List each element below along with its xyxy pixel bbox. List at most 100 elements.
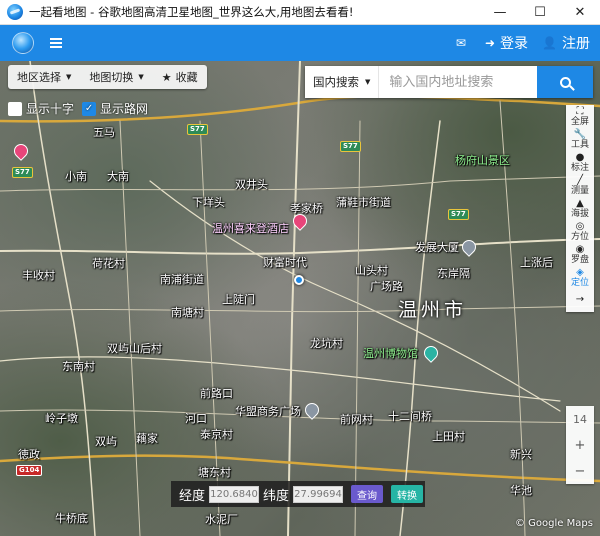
tool-label: 标注 (570, 162, 589, 173)
fullscreen-icon: ⛶ (576, 105, 584, 117)
roadnet-label: 显示路网 (100, 102, 149, 116)
tool-label: 全屏 (570, 116, 589, 127)
hamburger-menu-icon[interactable] (50, 38, 62, 48)
map-label: 双屿山后村 (107, 342, 162, 355)
locate-tool[interactable]: ◈ 定位 (566, 266, 594, 289)
wrench-icon: 🔧 (573, 128, 587, 140)
region-select-dropdown[interactable]: 地区选择 ▼ (8, 65, 80, 89)
crosshair-checkbox[interactable] (8, 101, 22, 116)
map-label: 上陡门 (222, 293, 255, 306)
register-button[interactable]: 👤 注册 (542, 33, 590, 53)
map-label: 温州喜来登酒店 (212, 222, 289, 235)
globe-logo-icon[interactable] (12, 32, 34, 54)
map-label: 华盟商务广场 (235, 405, 301, 418)
measure-tool[interactable]: ╱ 测量 (566, 174, 594, 197)
map-label: 广场路 (370, 280, 403, 293)
login-button[interactable]: ➜ 登录 (485, 33, 528, 53)
map-label: 南塘村 (171, 306, 204, 319)
map-label: 藕家 (136, 432, 158, 445)
map-label: 东南村 (62, 360, 95, 373)
crosshair-label: 显示十字 (26, 102, 75, 116)
map-label: 丰收村 (22, 269, 55, 282)
zoom-in-button[interactable]: + (566, 432, 594, 458)
map-label: 牛桥底 (55, 512, 88, 525)
star-icon: ★ (161, 70, 172, 84)
map-label: 财富时代 (263, 256, 307, 269)
mark-tool[interactable]: ● 标注 (566, 151, 594, 174)
search-input[interactable] (379, 67, 540, 97)
tool-label: 罗盘 (570, 254, 589, 265)
map-label: 温州博物馆 (363, 347, 418, 360)
zoom-level: 14 (573, 412, 587, 426)
locate-icon: ◈ (576, 266, 584, 278)
longitude-label: 经度 (179, 488, 206, 504)
mail-icon[interactable]: ✉ (456, 36, 466, 50)
latitude-label: 纬度 (263, 488, 290, 504)
register-label: 注册 (562, 36, 590, 52)
map-label: 十二间桥 (388, 410, 432, 423)
latitude-input[interactable]: 27.99694 (293, 485, 344, 503)
login-label: 登录 (500, 36, 529, 52)
map-label: 水泥厂 (205, 513, 238, 526)
city-label: 温州市 (398, 299, 468, 321)
window-titlebar: 一起看地图 - 谷歌地图高清卫星地图_世界这么大,用地图去看看! — ☐ ✕ (0, 0, 600, 25)
map-label: 发展大厦 (415, 241, 459, 254)
minimize-button[interactable]: — (480, 0, 520, 25)
convert-button[interactable]: 转换 (391, 485, 424, 503)
marker-icon: ● (575, 151, 585, 163)
close-button[interactable]: ✕ (560, 0, 600, 25)
road-shield: S77 (340, 141, 361, 152)
map-label: 双屿 (95, 435, 117, 448)
tool-label: 工具 (570, 139, 589, 150)
bearing-icon: ◎ (575, 220, 585, 232)
zoom-out-button[interactable]: − (566, 458, 594, 484)
search-scope-dropdown[interactable]: 国内搜索 ▼ (305, 66, 380, 98)
tool-label: 测量 (570, 185, 589, 196)
mountain-icon: ▲ (576, 197, 584, 209)
map-label: 龙坑村 (310, 337, 343, 350)
map-switch-label: 地图切换 (89, 71, 134, 84)
map-label: 下垟头 (192, 196, 225, 209)
bearing-tool[interactable]: ◎ 方位 (566, 220, 594, 243)
favorite-button[interactable]: ★ 收藏 (153, 65, 207, 89)
caret-down-icon: ▼ (365, 78, 371, 86)
elevation-tool[interactable]: ▲ 海拔 (566, 197, 594, 220)
favorite-label: 收藏 (175, 71, 198, 84)
search-button[interactable] (537, 66, 593, 98)
user-icon: 👤 (542, 36, 557, 50)
zoom-control: 14 + − (566, 406, 594, 484)
map-label: 华池 (510, 484, 532, 497)
fullscreen-tool[interactable]: ⛶ 全屏 (566, 105, 594, 128)
maximize-button[interactable]: ☐ (520, 0, 560, 25)
map-label: 上田村 (432, 430, 465, 443)
collapse-tools-button[interactable]: → (566, 289, 594, 312)
tool-label: 定位 (570, 277, 589, 288)
longitude-input[interactable]: 120.6840 (209, 485, 260, 503)
map-label: 上涨后 (520, 256, 553, 269)
map-label: 小南 (65, 170, 87, 183)
app-header: ✉ ➜ 登录 👤 注册 (0, 25, 600, 61)
map-label: 前路口 (200, 387, 233, 400)
map-label: 大南 (107, 170, 129, 183)
caret-down-icon: ▼ (66, 73, 72, 81)
map-label: 南浦街道 (160, 273, 204, 286)
ruler-icon: ╱ (576, 174, 584, 186)
roadnet-checkbox[interactable]: ✓ (82, 101, 97, 116)
satellite-map[interactable]: 五马 小南 大南 杨府山景区 双井头 孝家桥 蒲鞋市街道 下垟头 温州喜来登酒店… (0, 61, 600, 536)
window-controls: — ☐ ✕ (480, 0, 600, 25)
compass-tool[interactable]: ◉ 罗盘 (566, 243, 594, 266)
map-label: 孝家桥 (290, 202, 323, 215)
tool-label: 方位 (570, 231, 589, 242)
query-button[interactable]: 查询 (351, 485, 384, 503)
road-shield: G104 (16, 465, 43, 476)
map-label: 荷花村 (92, 257, 125, 270)
map-toolbar: 地区选择 ▼ 地图切换 ▼ ★ 收藏 (8, 65, 207, 89)
region-select-label: 地区选择 (17, 71, 61, 84)
road-network-overlay (0, 61, 600, 536)
map-label: 徳政 (18, 448, 40, 461)
search-box: 国内搜索 ▼ (305, 66, 593, 98)
map-label: 东岸隔 (437, 267, 470, 280)
map-switch-dropdown[interactable]: 地图切换 ▼ (80, 65, 152, 89)
tools-tool[interactable]: 🔧 工具 (566, 128, 594, 151)
map-label: 河口 (185, 412, 207, 425)
